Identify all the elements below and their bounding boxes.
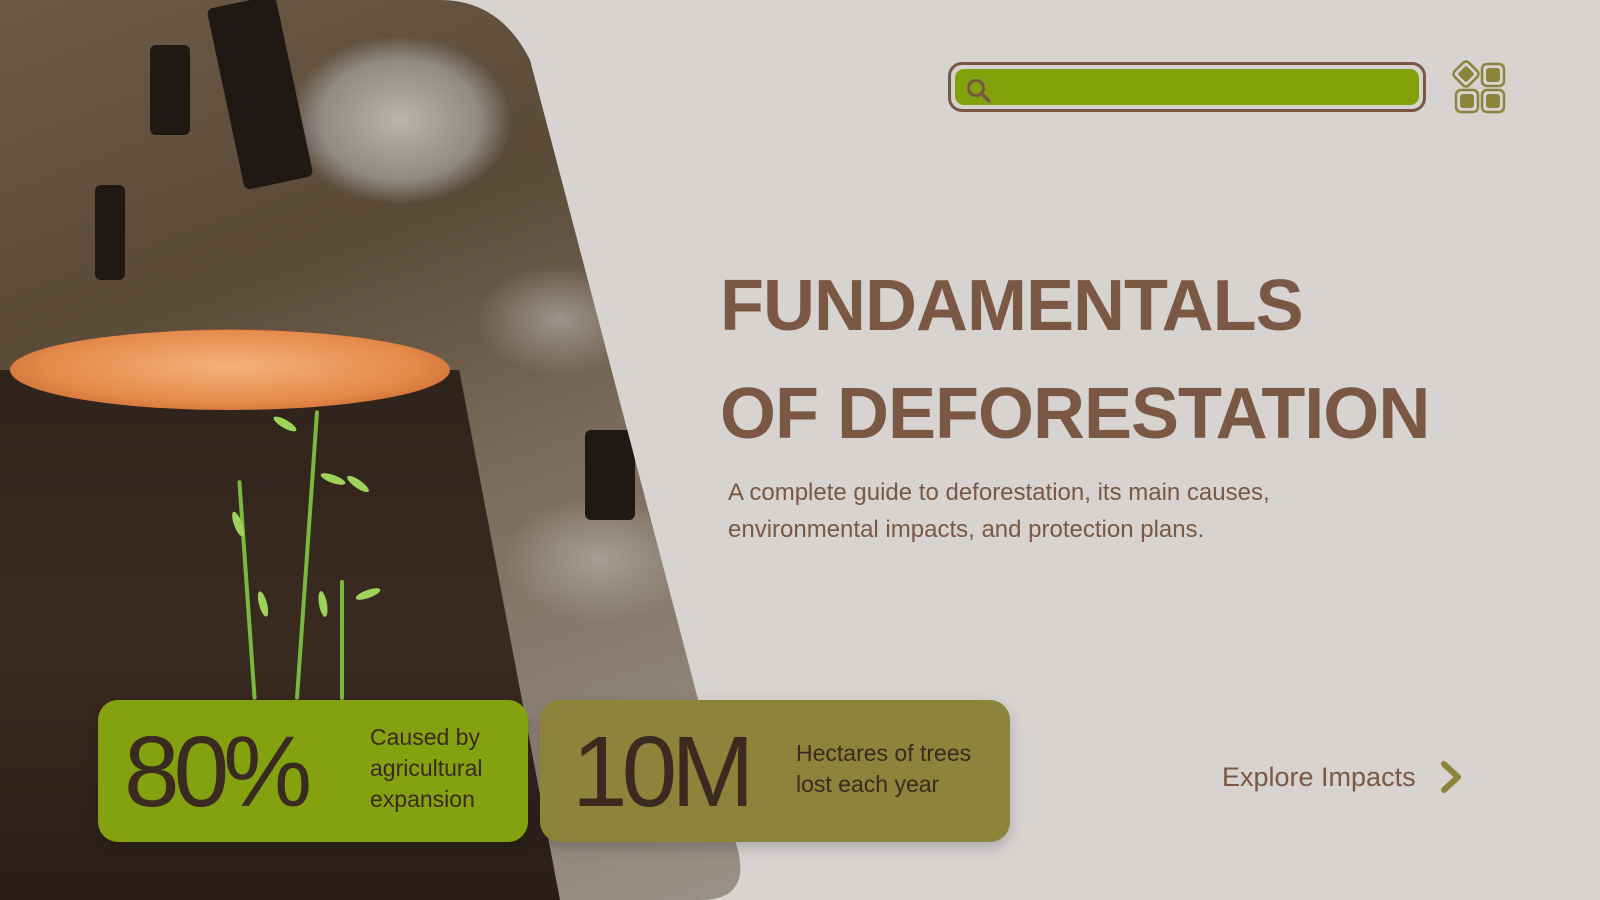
stat-desc-line: Caused by: [370, 724, 480, 750]
charred-log: [585, 430, 635, 520]
stat-desc-line: agricultural: [370, 755, 483, 781]
stat-card-hectares: 10M Hectares of trees lost each year: [540, 700, 1010, 842]
search-icon[interactable]: [965, 77, 993, 105]
explore-impacts-label[interactable]: Explore Impacts: [1222, 762, 1416, 793]
charred-log: [207, 0, 314, 190]
page-subtitle: A complete guide to deforestation, its m…: [728, 479, 1270, 543]
charred-log: [150, 45, 190, 135]
stat-desc-line: expansion: [370, 786, 475, 812]
stat-desc-line: lost each year: [796, 771, 940, 797]
charred-log: [95, 185, 125, 280]
stat-value: 10M: [572, 716, 755, 828]
title-line-2: OF DEFORESTATION: [720, 374, 1430, 454]
sprout-stem: [340, 580, 344, 700]
search-input[interactable]: [999, 69, 1409, 107]
stat-value: 80%: [124, 716, 312, 828]
stat-description: Caused by agricultural expansion: [370, 722, 520, 815]
stat-desc-line: Hectares of trees: [796, 740, 972, 766]
grid-menu-icon[interactable]: [1452, 60, 1508, 116]
stump-top: [10, 330, 450, 410]
search-field[interactable]: [955, 69, 1419, 107]
page-title: FUNDAMENTALS OF DEFORESTATION: [720, 252, 1430, 468]
title-line-1: FUNDAMENTALS: [720, 266, 1304, 346]
stat-description: Hectares of trees lost each year: [796, 738, 996, 800]
search-bar[interactable]: [948, 62, 1426, 112]
explore-impacts-link[interactable]: Explore Impacts: [1222, 757, 1464, 797]
chevron-right-icon[interactable]: [1438, 760, 1464, 794]
stat-card-agriculture: 80% Caused by agricultural expansion: [98, 700, 528, 842]
